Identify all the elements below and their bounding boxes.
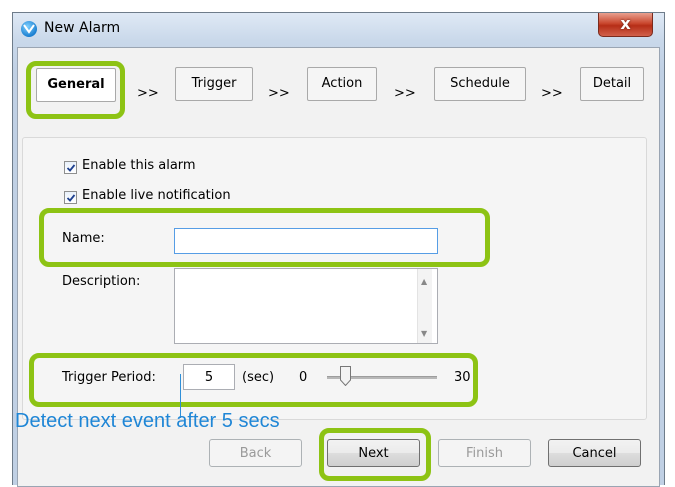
- tab-schedule[interactable]: Schedule: [434, 67, 526, 101]
- window-title: New Alarm: [44, 20, 121, 36]
- trigger-period-input[interactable]: [183, 364, 235, 390]
- scroll-down-icon[interactable]: ▼: [421, 329, 427, 338]
- enable-alarm-checkbox[interactable]: [64, 161, 77, 174]
- cancel-button[interactable]: Cancel: [548, 439, 641, 467]
- close-icon: x: [620, 14, 631, 33]
- name-input[interactable]: [174, 228, 438, 254]
- description-scrollbar[interactable]: ▲ ▼: [417, 269, 432, 343]
- description-label: Description:: [62, 274, 141, 289]
- annotation-text: Detect next event after 5 secs: [15, 410, 280, 432]
- enable-notification-label: Enable live notification: [82, 188, 231, 203]
- finish-button[interactable]: Finish: [438, 439, 531, 467]
- trigger-period-label: Trigger Period:: [62, 370, 156, 385]
- scroll-up-icon[interactable]: ▲: [421, 277, 427, 286]
- name-label: Name:: [62, 231, 105, 246]
- enable-notification-checkbox[interactable]: [64, 191, 77, 204]
- back-button[interactable]: Back: [209, 439, 302, 467]
- tab-action[interactable]: Action: [307, 67, 377, 101]
- next-button[interactable]: Next: [327, 439, 420, 467]
- tab-trigger[interactable]: Trigger: [175, 67, 253, 101]
- title-bar[interactable]: New Alarm x: [13, 13, 664, 43]
- check-icon: [66, 194, 76, 202]
- tab-separator: >>: [541, 86, 563, 101]
- tab-separator: >>: [137, 86, 159, 101]
- tab-separator: >>: [268, 86, 290, 101]
- app-logo-icon: [21, 21, 37, 37]
- slider-max-label: 30: [454, 370, 471, 385]
- check-icon: [66, 164, 76, 172]
- enable-alarm-label: Enable this alarm: [82, 158, 196, 173]
- description-textarea[interactable]: [174, 268, 438, 344]
- slider-min-label: 0: [299, 370, 308, 385]
- trigger-unit-label: (sec): [242, 370, 275, 385]
- tab-detail[interactable]: Detail: [580, 67, 644, 101]
- close-button[interactable]: x: [598, 13, 653, 37]
- tab-separator: >>: [394, 86, 416, 101]
- tab-general[interactable]: General: [36, 68, 116, 102]
- slider-thumb[interactable]: [339, 366, 351, 386]
